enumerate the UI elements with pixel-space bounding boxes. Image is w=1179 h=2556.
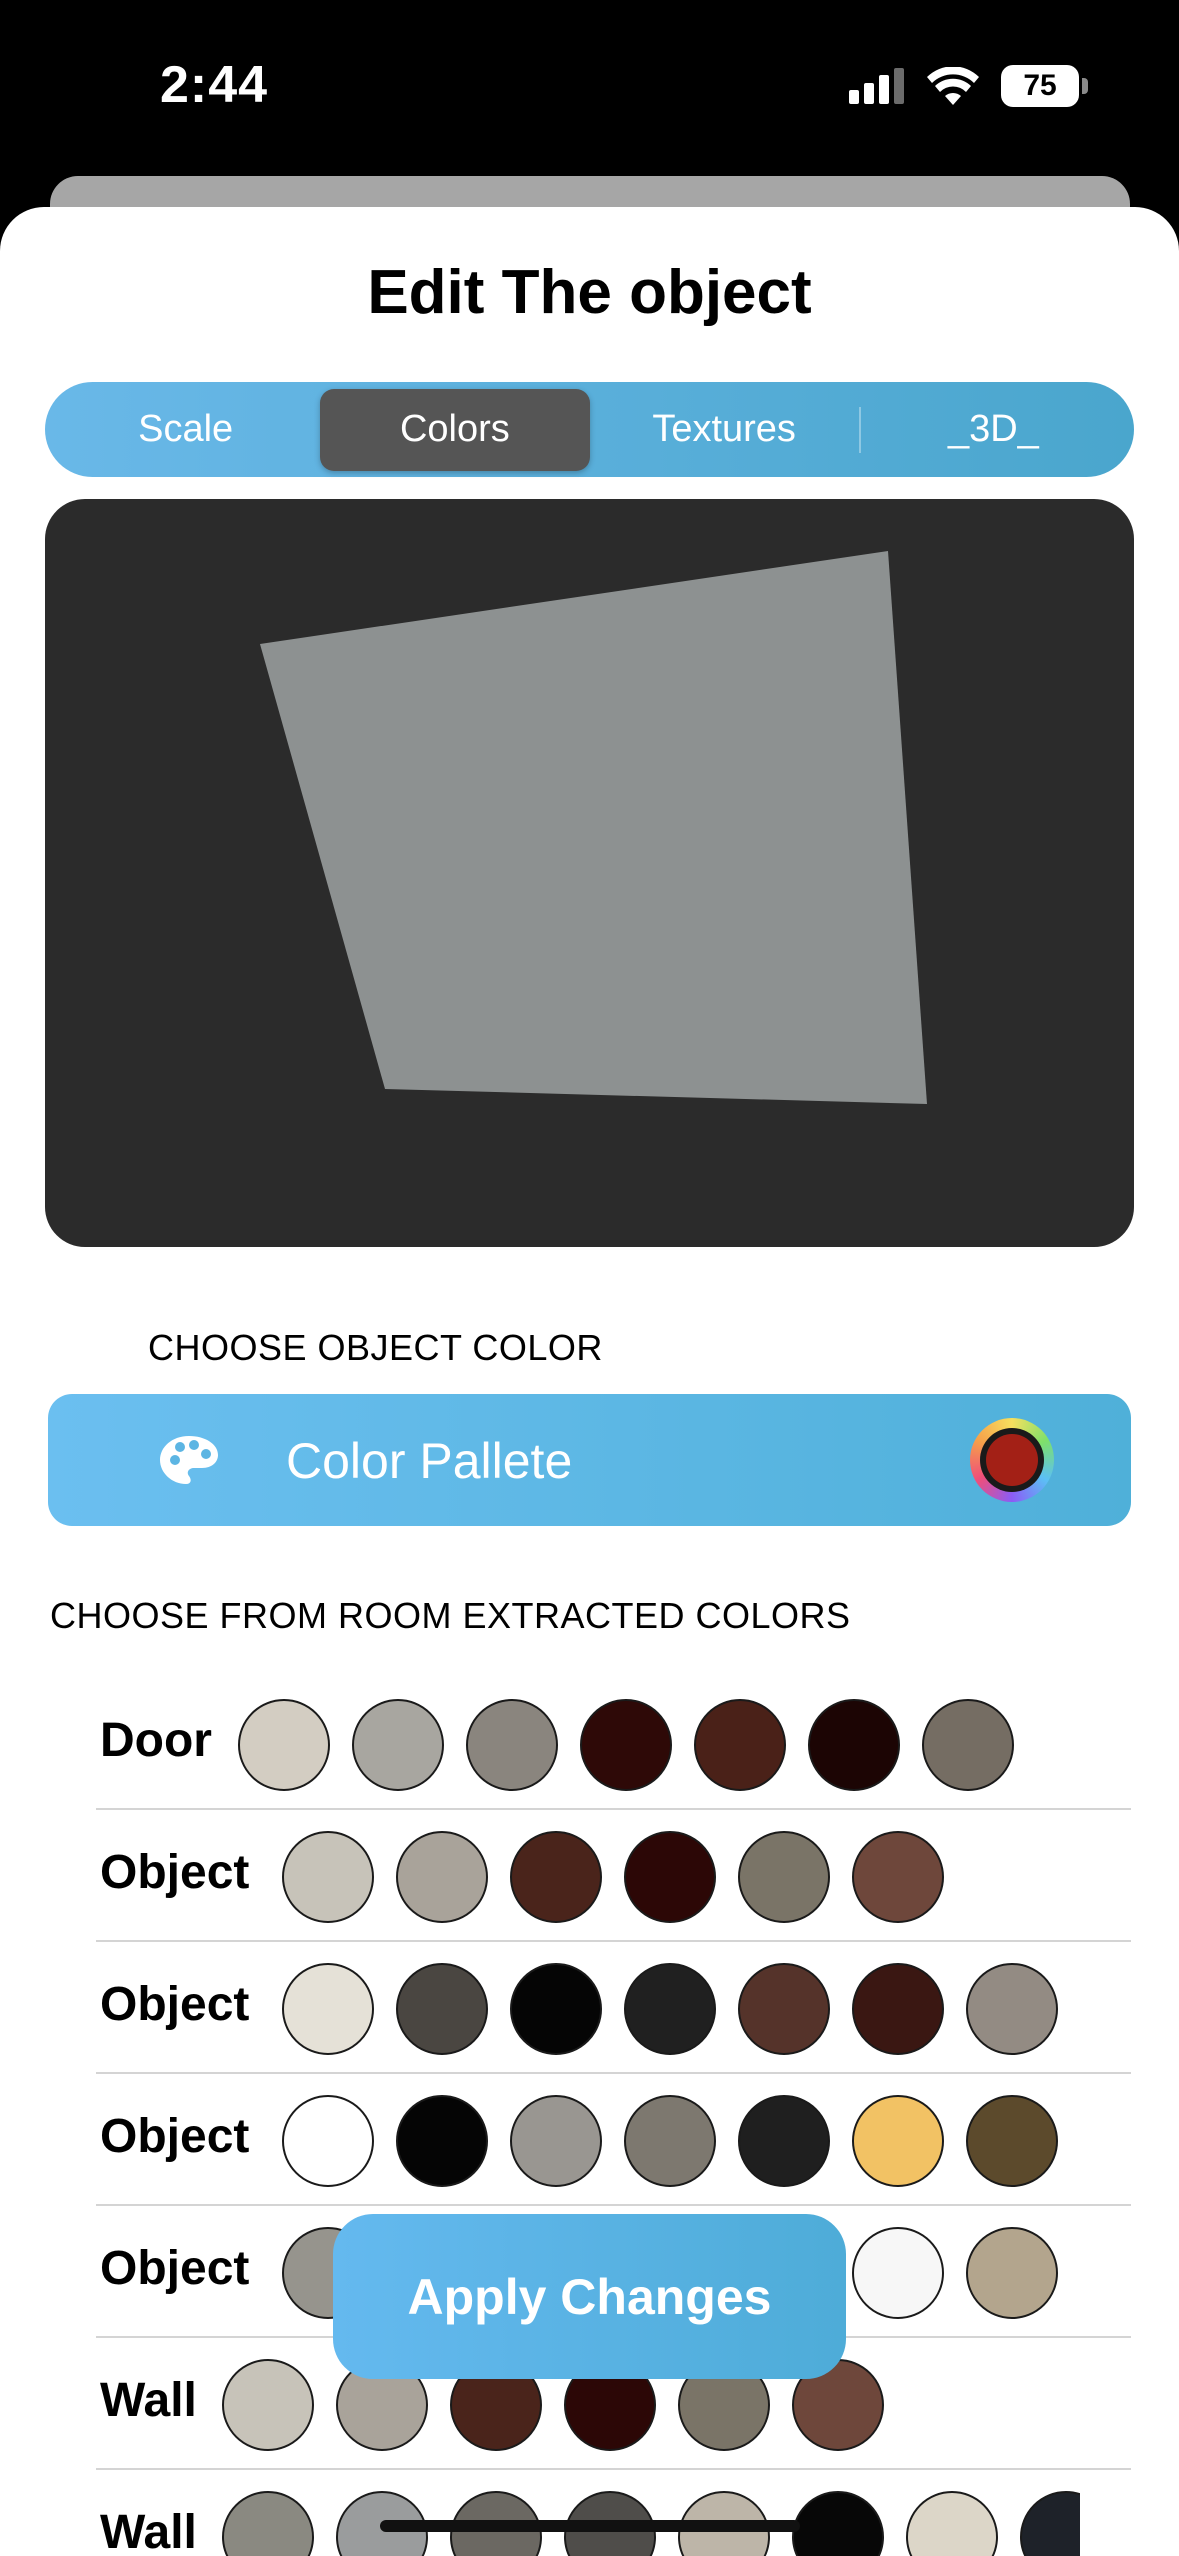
- color-swatch[interactable]: [738, 1963, 830, 2055]
- color-swatch[interactable]: [510, 2095, 602, 2187]
- color-swatch[interactable]: [282, 2095, 374, 2187]
- color-swatch[interactable]: [352, 1699, 444, 1791]
- color-swatch[interactable]: [222, 2491, 314, 2556]
- choose-object-color-label: CHOOSE OBJECT COLOR: [148, 1327, 603, 1368]
- color-row: Door: [0, 1677, 1179, 1810]
- wifi-icon: [927, 67, 979, 105]
- tab-scale-label: Scale: [138, 408, 234, 450]
- tab-textures-label: Textures: [652, 408, 796, 450]
- color-swatch[interactable]: [852, 2095, 944, 2187]
- selected-color-dot: [986, 1434, 1038, 1486]
- color-swatch[interactable]: [694, 1699, 786, 1791]
- color-swatch[interactable]: [396, 2095, 488, 2187]
- color-row: Wall: [0, 2469, 1179, 2556]
- color-swatch[interactable]: [510, 1963, 602, 2055]
- color-circles: [0, 1963, 1080, 2055]
- color-circles: [0, 1699, 1080, 1791]
- color-swatch[interactable]: [396, 1831, 488, 1923]
- battery-level: 75: [1023, 69, 1057, 102]
- home-indicator: [380, 2520, 800, 2532]
- extracted-colors-label: CHOOSE FROM ROOM EXTRACTED COLORS: [50, 1595, 851, 1636]
- color-swatch[interactable]: [852, 1831, 944, 1923]
- selected-color-swatch[interactable]: [970, 1418, 1054, 1502]
- color-swatch[interactable]: [966, 2095, 1058, 2187]
- color-swatch[interactable]: [624, 1963, 716, 2055]
- color-circles: [0, 2095, 1080, 2187]
- color-swatch[interactable]: [852, 2227, 944, 2319]
- color-swatch[interactable]: [238, 1699, 330, 1791]
- color-swatch[interactable]: [282, 1831, 374, 1923]
- color-swatch[interactable]: [624, 1831, 716, 1923]
- tab-colors[interactable]: Colors: [320, 388, 590, 471]
- color-swatch[interactable]: [624, 2095, 716, 2187]
- color-swatch[interactable]: [396, 1963, 488, 2055]
- color-swatch[interactable]: [738, 2095, 830, 2187]
- color-swatch[interactable]: [466, 1699, 558, 1791]
- object-preview[interactable]: [45, 499, 1134, 1247]
- battery-icon: 75: [1001, 65, 1088, 107]
- color-circles: [0, 1831, 1080, 1923]
- color-palette-button[interactable]: Color Pallete: [48, 1394, 1131, 1526]
- status-bar: 2:44 75: [0, 0, 1179, 175]
- cellular-signal-icon: [849, 68, 904, 104]
- color-swatch[interactable]: [282, 1963, 374, 2055]
- tab-3d-label: _3D_: [947, 408, 1039, 450]
- color-swatch[interactable]: [966, 2227, 1058, 2319]
- color-swatch[interactable]: [510, 1831, 602, 1923]
- sheet-title: Edit The object: [367, 258, 812, 327]
- color-swatch[interactable]: [222, 2359, 314, 2451]
- color-swatch[interactable]: [966, 1963, 1058, 2055]
- color-row: Object: [0, 1809, 1179, 1942]
- palette-icon: [160, 1436, 218, 1484]
- color-swatch[interactable]: [580, 1699, 672, 1791]
- tab-3d[interactable]: _3D_: [858, 389, 1128, 471]
- object-shape: [260, 551, 927, 1104]
- tab-colors-label: Colors: [399, 408, 510, 450]
- color-swatch[interactable]: [852, 1963, 944, 2055]
- color-row: Object: [0, 2073, 1179, 2206]
- tab-textures[interactable]: Textures: [590, 389, 859, 471]
- color-row: Object: [0, 1941, 1179, 2074]
- color-swatch[interactable]: [922, 1699, 1014, 1791]
- color-palette-label: Color Pallete: [286, 1433, 573, 1489]
- tab-segmented-control: Scale Colors Textures _3D_: [45, 382, 1134, 477]
- status-time: 2:44: [160, 56, 269, 114]
- color-swatch[interactable]: [792, 2491, 884, 2556]
- apply-changes-button[interactable]: Apply Changes: [333, 2214, 846, 2379]
- color-swatch[interactable]: [808, 1699, 900, 1791]
- status-icons: 75: [849, 65, 1088, 107]
- color-swatch[interactable]: [906, 2491, 998, 2556]
- color-swatch[interactable]: [738, 1831, 830, 1923]
- tab-scale[interactable]: Scale: [51, 389, 320, 471]
- color-swatch[interactable]: [1020, 2491, 1080, 2556]
